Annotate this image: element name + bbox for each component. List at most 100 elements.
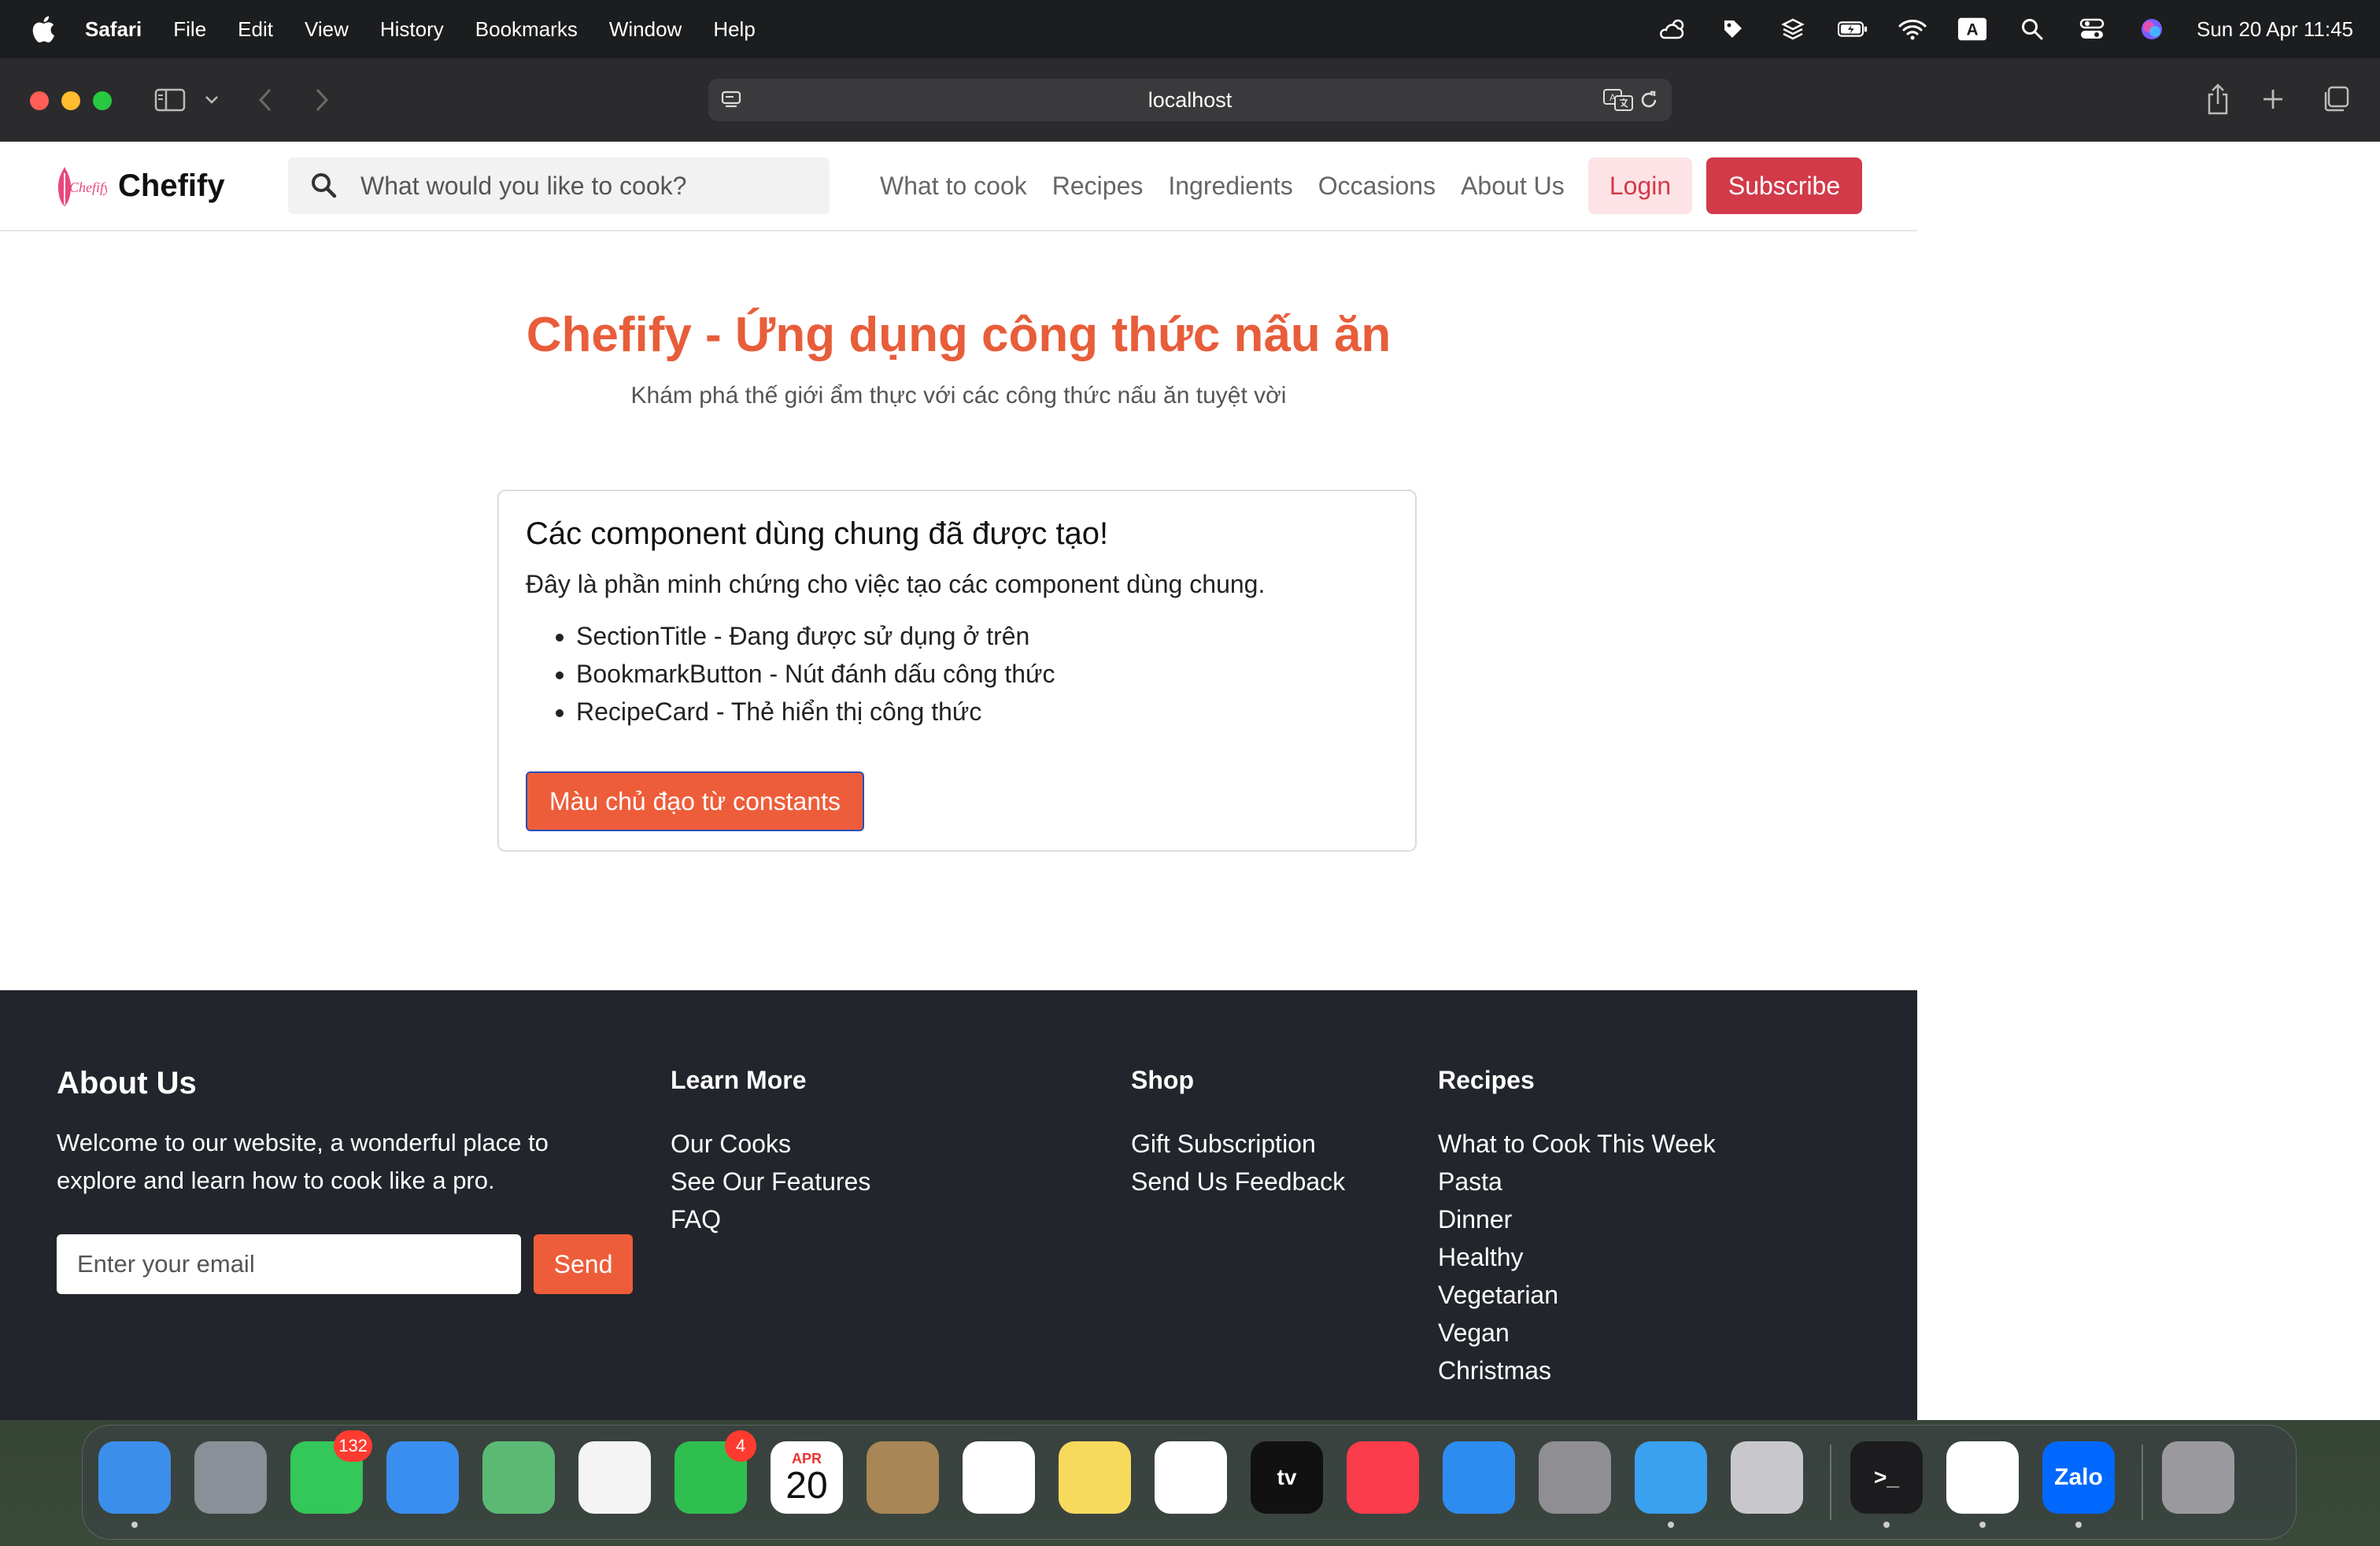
menu-app-name[interactable]: Safari bbox=[85, 17, 142, 42]
nav-recipes[interactable]: Recipes bbox=[1052, 172, 1144, 201]
cloud-sun-icon[interactable] bbox=[1658, 17, 1688, 41]
menu-window[interactable]: Window bbox=[609, 17, 682, 42]
list-item: BookmarkButton - Nút đánh dấu công thức bbox=[576, 655, 1055, 693]
nav-about-us[interactable]: About Us bbox=[1461, 172, 1565, 201]
footer-link-christmas[interactable]: Christmas bbox=[1438, 1352, 1716, 1389]
nav-ingredients[interactable]: Ingredients bbox=[1168, 172, 1292, 201]
dock-badge: 132 bbox=[334, 1430, 372, 1462]
footer-col-title: Shop bbox=[1131, 1066, 1194, 1094]
list-item: RecipeCard - Thẻ hiển thị công thức bbox=[576, 693, 1055, 730]
login-button[interactable]: Login bbox=[1588, 157, 1692, 214]
footer-col-shop: Shop Gift Subscription Send Us Feedback bbox=[1131, 1066, 1345, 1200]
freeform-icon[interactable] bbox=[1155, 1441, 1227, 1514]
menu-help[interactable]: Help bbox=[713, 17, 755, 42]
footer-link-features[interactable]: See Our Features bbox=[671, 1163, 870, 1200]
menu-history[interactable]: History bbox=[380, 17, 444, 42]
control-center-icon[interactable] bbox=[2077, 17, 2107, 41]
music-icon[interactable] bbox=[1347, 1441, 1419, 1514]
apple-menu-icon[interactable] bbox=[30, 16, 57, 43]
menu-file[interactable]: File bbox=[173, 17, 206, 42]
notes-icon[interactable] bbox=[1059, 1441, 1131, 1514]
macos-menubar: Safari File Edit View History Bookmarks … bbox=[0, 0, 2380, 58]
reminders-icon[interactable] bbox=[963, 1441, 1035, 1514]
menu-edit[interactable]: Edit bbox=[238, 17, 273, 42]
system-settings-icon[interactable] bbox=[1539, 1441, 1611, 1514]
footer-link-faq[interactable]: FAQ bbox=[671, 1200, 870, 1238]
newsletter-send-button[interactable]: Send bbox=[534, 1234, 633, 1294]
translate-icon[interactable]: A bbox=[1602, 88, 1634, 112]
reload-icon[interactable] bbox=[1637, 88, 1661, 112]
dock-icon-label: >_ bbox=[1874, 1465, 1899, 1489]
back-icon[interactable] bbox=[253, 87, 277, 113]
zoom-window-button[interactable] bbox=[93, 91, 112, 110]
search-input[interactable] bbox=[359, 170, 803, 202]
tv-icon[interactable]: tv bbox=[1251, 1441, 1323, 1514]
messages-icon[interactable]: 132 bbox=[290, 1430, 372, 1514]
forward-icon[interactable] bbox=[310, 87, 334, 113]
dock-icon-label: tv bbox=[1277, 1465, 1297, 1489]
terminal-icon[interactable]: >_ bbox=[1850, 1441, 1923, 1514]
app-store-icon[interactable] bbox=[1443, 1441, 1515, 1514]
tab-overview-icon[interactable] bbox=[2320, 83, 2352, 115]
site-footer: About Us Welcome to our website, a wonde… bbox=[0, 990, 1917, 1420]
footer-link-this-week[interactable]: What to Cook This Week bbox=[1438, 1125, 1716, 1163]
site-header: Chefify Chefify What to cook Recipes Ing… bbox=[0, 142, 1917, 231]
menubar-clock[interactable]: Sun 20 Apr 11:45 bbox=[2197, 17, 2353, 42]
subscribe-button[interactable]: Subscribe bbox=[1706, 157, 1862, 214]
dock-separator bbox=[2142, 1444, 2143, 1520]
footer-link-healthy[interactable]: Healthy bbox=[1438, 1238, 1716, 1276]
address-bar[interactable]: localhost A bbox=[708, 79, 1672, 121]
running-indicator bbox=[1883, 1522, 1890, 1528]
trash-icon[interactable] bbox=[2162, 1441, 2234, 1514]
page-subtitle: Khám phá thế giới ẩm thực với các công t… bbox=[630, 383, 1287, 409]
photos-icon[interactable] bbox=[578, 1441, 651, 1514]
nav-occasions[interactable]: Occasions bbox=[1318, 172, 1436, 201]
menu-bookmarks[interactable]: Bookmarks bbox=[475, 17, 578, 42]
footer-col-title: Learn More bbox=[671, 1066, 807, 1094]
footer-link-pasta[interactable]: Pasta bbox=[1438, 1163, 1716, 1200]
calendar-icon[interactable]: APR 20 bbox=[771, 1441, 843, 1514]
footer-link-our-cooks[interactable]: Our Cooks bbox=[671, 1125, 870, 1163]
recipe-search[interactable] bbox=[288, 157, 830, 214]
primary-color-button[interactable]: Màu chủ đạo từ constants bbox=[526, 771, 864, 831]
minimize-window-button[interactable] bbox=[61, 91, 80, 110]
menu-view[interactable]: View bbox=[305, 17, 349, 42]
vscode-icon[interactable] bbox=[1946, 1441, 2019, 1514]
footer-link-vegan[interactable]: Vegan bbox=[1438, 1314, 1716, 1352]
sidebar-toggle-icon[interactable] bbox=[153, 85, 187, 115]
chevron-down-icon[interactable] bbox=[201, 90, 222, 110]
nav-what-to-cook[interactable]: What to cook bbox=[880, 172, 1027, 201]
keyboard-input-icon[interactable]: A bbox=[1957, 17, 1987, 41]
wifi-icon[interactable] bbox=[1898, 17, 1927, 41]
svg-text:Chefify: Chefify bbox=[69, 179, 107, 195]
new-tab-icon[interactable] bbox=[2259, 85, 2287, 113]
contacts-icon[interactable] bbox=[867, 1441, 939, 1514]
iphone-mirroring-icon[interactable] bbox=[1731, 1441, 1803, 1514]
share-icon[interactable] bbox=[2204, 82, 2232, 117]
footer-link-vegetarian[interactable]: Vegetarian bbox=[1438, 1276, 1716, 1314]
close-window-button[interactable] bbox=[30, 91, 49, 110]
newsletter-email-input[interactable] bbox=[57, 1234, 521, 1294]
running-indicator bbox=[2075, 1522, 2082, 1528]
tag-icon[interactable] bbox=[1718, 17, 1748, 41]
finder-icon[interactable] bbox=[98, 1441, 171, 1514]
brand-logo[interactable]: Chefify Chefify bbox=[55, 162, 225, 209]
maps-icon[interactable] bbox=[482, 1441, 555, 1514]
siri-icon[interactable] bbox=[2137, 17, 2167, 41]
layers-icon[interactable] bbox=[1778, 17, 1808, 41]
battery-icon[interactable] bbox=[1837, 17, 1868, 41]
footer-link-feedback[interactable]: Send Us Feedback bbox=[1131, 1163, 1345, 1200]
page-blank-area bbox=[1917, 142, 2380, 1420]
mail-icon[interactable] bbox=[386, 1441, 459, 1514]
search-icon[interactable] bbox=[2017, 17, 2047, 41]
zalo-icon[interactable]: Zalo bbox=[2042, 1441, 2115, 1514]
safari-icon[interactable] bbox=[1635, 1441, 1707, 1514]
footer-about-title: About Us bbox=[57, 1066, 197, 1100]
launchpad-icon[interactable] bbox=[194, 1441, 267, 1514]
chefify-logo-icon: Chefify bbox=[58, 167, 107, 206]
footer-link-dinner[interactable]: Dinner bbox=[1438, 1200, 1716, 1238]
safari-toolbar: localhost A bbox=[0, 58, 2380, 142]
footer-link-gift-subscription[interactable]: Gift Subscription bbox=[1131, 1125, 1345, 1163]
footer-col-learn-more: Learn More Our Cooks See Our Features FA… bbox=[671, 1066, 870, 1238]
facetime-icon[interactable]: 4 bbox=[674, 1430, 756, 1514]
